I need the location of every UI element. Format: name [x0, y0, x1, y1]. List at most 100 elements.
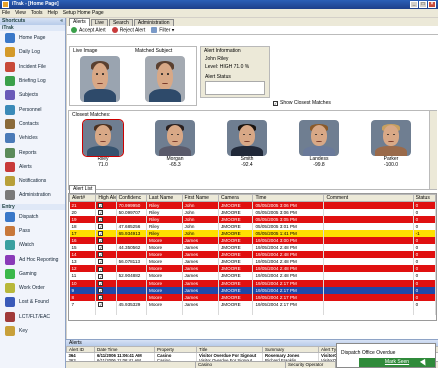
high-alert-checkbox[interactable]: ✓: [98, 216, 104, 222]
reject-alert-button[interactable]: Reject Alert: [111, 26, 145, 33]
column-header[interactable]: Alert#: [68, 194, 97, 202]
high-alert-checkbox[interactable]: ✓: [98, 238, 104, 244]
match-card[interactable]: Landess -99.8: [295, 120, 343, 168]
match-card[interactable]: Parker -100.0: [367, 120, 415, 168]
table-row[interactable]: 18 ✓ 47.685256 Riley John JMOORE 05/05/2005 3:…: [69, 222, 437, 230]
alert-information-label: Alert Information: [204, 48, 241, 54]
table-row[interactable]: 9 ✓ Moore James JMOORE 19/05/2004 2:17 PM 0: [69, 286, 437, 294]
table-row[interactable]: 8 ✓ Moore James JMOORE 19/05/2004 2:17 PM 0: [69, 293, 437, 301]
match-card[interactable]: Smith -92.4: [223, 120, 271, 168]
sidebar-item-label: Pass: [19, 228, 31, 234]
sidebar-item-briefing-log[interactable]: Briefing Log: [0, 74, 65, 88]
menu-file[interactable]: File: [2, 10, 10, 16]
sidebar-item-alerts[interactable]: Alerts: [0, 160, 65, 174]
table-row[interactable]: 19 ✓ Riley John JMOORE 05/05/2005 3:05 PM 0: [69, 215, 437, 223]
column-header[interactable]: High Ale: [95, 194, 117, 202]
menu-tools[interactable]: Tools: [31, 10, 43, 16]
sidebar-item-incident-file[interactable]: Incident File: [0, 60, 65, 74]
column-header[interactable]: Camera: [217, 194, 254, 202]
cell-comment: [323, 215, 414, 223]
cell-time: 05/05/2005 1:41 PM: [252, 229, 325, 237]
collapse-icon[interactable]: «: [60, 18, 63, 25]
column-header[interactable]: Confidenc: [115, 194, 148, 202]
show-closest-checkbox[interactable]: ✓: [273, 100, 278, 106]
sidebar-item-administration[interactable]: Administration: [0, 188, 65, 202]
alert-popup[interactable]: Dispatch Office Overdue Mark Seen: [336, 343, 436, 368]
column-header[interactable]: Time: [252, 194, 325, 202]
sidebar-item-vehicles[interactable]: Vehicles: [0, 131, 65, 145]
high-alert-checkbox[interactable]: ✓: [98, 266, 104, 272]
matches-scrollbar[interactable]: [429, 111, 437, 189]
high-alert-checkbox[interactable]: ✓: [98, 209, 104, 215]
sidebar-item-work-order[interactable]: Work Order: [0, 281, 65, 295]
cell-time: 19/05/2004 2:17 PM: [252, 279, 325, 287]
table-row[interactable]: 21 ✓ 70.999950 Riley John JMOORE 05/05/2005 3:…: [69, 201, 437, 209]
table-row[interactable]: 15 ✓ 44.350562 Moore James JMOORE 19/05/2004 2…: [69, 244, 437, 252]
sidebar-item-key[interactable]: Key: [0, 324, 65, 338]
sidebar-item-label: iWatch: [19, 242, 35, 249]
high-alert-checkbox[interactable]: ✓: [98, 245, 104, 251]
menu-setup-home-page[interactable]: Setup Home Page: [63, 10, 104, 16]
accept-alert-button[interactable]: Accept Alert: [71, 26, 106, 33]
sidebar-item-gaming[interactable]: Gaming: [0, 267, 65, 281]
column-header[interactable]: Comment: [323, 194, 414, 202]
table-row[interactable]: 20 ✓ 50.099707 Riley John JMOORE 05/05/2005 3:…: [69, 208, 437, 216]
tab-search[interactable]: Search: [108, 19, 133, 26]
sidebar-item-label: Daily Log: [19, 49, 40, 56]
column-header[interactable]: First Name: [181, 194, 220, 202]
table-row[interactable]: 12 ✓ Moore James JMOORE 19/05/2004 2:48 PM 0: [69, 265, 437, 273]
tab-alerts[interactable]: Alerts: [69, 18, 90, 26]
high-alert-checkbox[interactable]: ✓: [98, 259, 104, 265]
table-row[interactable]: 17 ✓ 65.934913 Riley John JMOORE 05/05/2005 1:…: [69, 229, 437, 237]
table-row[interactable]: 11 ✓ 52.904882 Moore James JMOORE 19/05/2004 2…: [69, 272, 437, 280]
high-alert-checkbox[interactable]: ✓: [98, 223, 104, 229]
table-row[interactable]: 13 ✓ 56.078113 Moore James JMOORE 19/05/2004 2…: [69, 258, 437, 266]
minimize-button[interactable]: _: [410, 1, 418, 8]
sidebar-list-bottom: Dispatch Pass iWatch Ad Hoc Reporting Gaming…: [0, 210, 65, 339]
sidebar-item-reports[interactable]: Reports: [0, 145, 65, 159]
high-alert-checkbox[interactable]: ✓: [98, 280, 104, 286]
high-alert-checkbox[interactable]: ✓: [98, 273, 104, 279]
sidebar-item-daily-log[interactable]: Daily Log: [0, 45, 65, 59]
column-header[interactable]: Last Name: [146, 194, 183, 202]
close-button[interactable]: ×: [428, 1, 436, 8]
tab-live[interactable]: Live: [90, 19, 108, 26]
cell-id: 7: [69, 300, 97, 308]
sidebar-item-notifications[interactable]: Notifications: [0, 174, 65, 188]
sidebar-item-contacts[interactable]: Contacts: [0, 117, 65, 131]
table-row[interactable]: 10 ✓ Moore James JMOORE 19/05/2004 2:17 PM 0: [69, 279, 437, 287]
high-alert-checkbox[interactable]: ✓: [98, 231, 104, 237]
match-card[interactable]: Riley 71.0: [79, 119, 127, 168]
sidebar-item-subjects[interactable]: Subjects: [0, 88, 65, 102]
high-alert-checkbox[interactable]: ✓: [98, 302, 104, 307]
sidebar-item-pass[interactable]: Pass: [0, 224, 65, 238]
sidebar-item-ad-hoc-reporting[interactable]: Ad Hoc Reporting: [0, 252, 65, 266]
cell-conf: 50.099707: [116, 208, 148, 216]
sidebar-item-personnel[interactable]: Personnel: [0, 102, 65, 116]
tab-alert-list[interactable]: Alert List: [69, 185, 97, 193]
sidebar-item-dispatch[interactable]: Dispatch: [0, 210, 65, 224]
tab-administration[interactable]: Administration: [133, 19, 174, 26]
sidebar-item-lct-flt-eac[interactable]: LCT/FLT/EAC: [0, 310, 65, 324]
menu-help[interactable]: Help: [48, 10, 58, 16]
high-alert-checkbox[interactable]: ✓: [98, 202, 104, 208]
menu-view[interactable]: View: [15, 10, 26, 16]
table-row[interactable]: 7 ✓ 45.935329 Moore James JMOORE 19/05/2004 2:…: [69, 300, 437, 308]
column-header[interactable]: Status: [412, 194, 437, 202]
high-alert-checkbox-cell: ✓: [95, 286, 117, 294]
table-row[interactable]: 14 ✓ Moore James JMOORE 19/05/2004 2:48 PM 0: [69, 251, 437, 259]
high-alert-checkbox-cell: ✓: [95, 236, 117, 245]
high-alert-checkbox[interactable]: ✓: [98, 252, 104, 258]
sidebar-item-home-page[interactable]: Home Page: [0, 31, 65, 45]
high-alert-checkbox[interactable]: ✓: [98, 287, 104, 293]
filter-button[interactable]: Filter ▾: [151, 26, 174, 33]
high-alert-checkbox[interactable]: ✓: [98, 294, 104, 300]
match-card[interactable]: Morgan -65.3: [151, 120, 199, 168]
maximize-button[interactable]: □: [419, 1, 427, 8]
sidebar-item-lost-found[interactable]: Lost & Found: [0, 295, 65, 309]
show-closest-matches-toggle[interactable]: ✓ Show Closest Matches: [273, 100, 331, 106]
cell-cam: JMOORE: [218, 229, 254, 237]
sidebar-item-iwatch[interactable]: iWatch: [0, 238, 65, 252]
alert-status-field[interactable]: [205, 81, 265, 95]
table-row[interactable]: 16 ✓ Moore James JMOORE 19/05/2004 3:00 PM 0: [69, 236, 437, 245]
